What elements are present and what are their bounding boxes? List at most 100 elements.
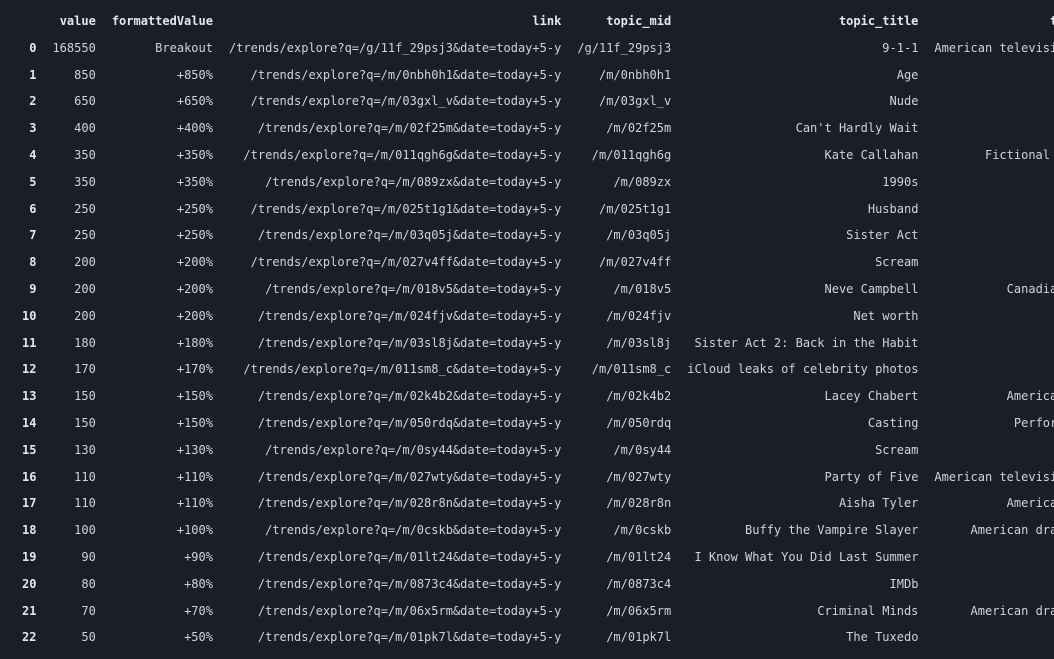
cell-topic-mid: /m/02k4b2 (569, 383, 679, 410)
cell-topic-type: Canadian actress (926, 276, 1054, 303)
table-row: 18100+100%/trends/explore?q=/m/0cskb&dat… (14, 517, 1054, 544)
cell-topic-title: Net worth (679, 303, 926, 330)
cell-formattedValue: +200% (104, 303, 221, 330)
cell-link: /trends/explore?q=/m/018v5&date=today+5-… (221, 276, 569, 303)
cell-index: 21 (14, 598, 44, 625)
cell-index: 12 (14, 356, 44, 383)
cell-topic-title: I Know What You Did Last Summer (679, 544, 926, 571)
cell-topic-mid: /m/03sl8j (569, 330, 679, 357)
cell-topic-type: 2002 film (926, 624, 1054, 651)
cell-value: 200 (44, 249, 103, 276)
cell-topic-type: 1997 film (926, 544, 1054, 571)
cell-index: 9 (14, 276, 44, 303)
table-row: 2080+80%/trends/explore?q=/m/0873c4&date… (14, 571, 1054, 598)
cell-value: 250 (44, 222, 103, 249)
cell-link: /trends/explore?q=/g/11f_29psj3&date=tod… (221, 35, 569, 62)
table-row: 2170+70%/trends/explore?q=/m/06x5rm&date… (14, 598, 1054, 625)
cell-topic-mid: /m/06x5rm (569, 598, 679, 625)
cell-value: 150 (44, 410, 103, 437)
cell-topic-title: Casting (679, 410, 926, 437)
cell-link: /trends/explore?q=/m/011qgh6g&date=today… (221, 142, 569, 169)
cell-formattedValue: +200% (104, 276, 221, 303)
cell-topic-mid: /m/03q05j (569, 222, 679, 249)
cell-formattedValue: +110% (104, 464, 221, 491)
cell-value: 650 (44, 88, 103, 115)
cell-topic-mid: /m/050rdq (569, 410, 679, 437)
cell-topic-type: Topic (926, 196, 1054, 223)
cell-topic-mid: /m/011sm8_c (569, 356, 679, 383)
table-row: 10200+200%/trends/explore?q=/m/024fjv&da… (14, 303, 1054, 330)
cell-index: 3 (14, 115, 44, 142)
cell-topic-type: 1998 film (926, 115, 1054, 142)
cell-formattedValue: +150% (104, 410, 221, 437)
cell-link: /trends/explore?q=/m/0nbh0h1&date=today+… (221, 62, 569, 89)
cell-value: 180 (44, 330, 103, 357)
cell-index: 11 (14, 330, 44, 357)
cell-link: /trends/explore?q=/m/027wty&date=today+5… (221, 464, 569, 491)
cell-formattedValue: +90% (104, 544, 221, 571)
cell-link: /trends/explore?q=/m/03gxl_v&date=today+… (221, 88, 569, 115)
cell-topic-title: Sister Act 2: Back in the Habit (679, 330, 926, 357)
cell-value: 80 (44, 571, 103, 598)
cell-formattedValue: +150% (104, 383, 221, 410)
cell-link: /trends/explore?q=/m/03q05j&date=today+5… (221, 222, 569, 249)
cell-topic-title: Party of Five (679, 464, 926, 491)
cell-link: /trends/explore?q=/m/01pk7l&date=today+5… (221, 624, 569, 651)
cell-link: /trends/explore?q=/m/025t1g1&date=today+… (221, 196, 569, 223)
cell-topic-type: 1996 film (926, 437, 1054, 464)
cell-formattedValue: +350% (104, 169, 221, 196)
cell-formattedValue: +170% (104, 356, 221, 383)
cell-value: 850 (44, 62, 103, 89)
cell-formattedValue: +50% (104, 624, 221, 651)
cell-value: 90 (44, 544, 103, 571)
cell-link: /trends/explore?q=/m/06x5rm&date=today+5… (221, 598, 569, 625)
cell-index: 7 (14, 222, 44, 249)
cell-formattedValue: +70% (104, 598, 221, 625)
cell-index: 16 (14, 464, 44, 491)
table-row: 6250+250%/trends/explore?q=/m/025t1g1&da… (14, 196, 1054, 223)
cell-topic-mid: /m/02f25m (569, 115, 679, 142)
table-row: 13150+150%/trends/explore?q=/m/02k4b2&da… (14, 383, 1054, 410)
cell-index: 6 (14, 196, 44, 223)
table-row: 2650+650%/trends/explore?q=/m/03gxl_v&da… (14, 88, 1054, 115)
cell-topic-mid: /m/01pk7l (569, 624, 679, 651)
cell-value: 70 (44, 598, 103, 625)
table-row: 11180+180%/trends/explore?q=/m/03sl8j&da… (14, 330, 1054, 357)
cell-topic-title: Nude (679, 88, 926, 115)
cell-topic-mid: /m/025t1g1 (569, 196, 679, 223)
cell-formattedValue: +200% (104, 249, 221, 276)
cell-link: /trends/explore?q=/m/0cskb&date=today+5-… (221, 517, 569, 544)
table-row: 2250+50%/trends/explore?q=/m/01pk7l&date… (14, 624, 1054, 651)
table-row: 1990+90%/trends/explore?q=/m/01lt24&date… (14, 544, 1054, 571)
table-row: 12170+170%/trends/explore?q=/m/011sm8_c&… (14, 356, 1054, 383)
cell-topic-mid: /m/0873c4 (569, 571, 679, 598)
cell-value: 200 (44, 303, 103, 330)
table-row: 5350+350%/trends/explore?q=/m/089zx&date… (14, 169, 1054, 196)
cell-formattedValue: +180% (104, 330, 221, 357)
cell-topic-title: IMDb (679, 571, 926, 598)
cell-formattedValue: +110% (104, 490, 221, 517)
cell-value: 168550 (44, 35, 103, 62)
table-row: 0168550Breakout/trends/explore?q=/g/11f_… (14, 35, 1054, 62)
cell-topic-title: Lacey Chabert (679, 383, 926, 410)
cell-value: 150 (44, 383, 103, 410)
cell-topic-title: Husband (679, 196, 926, 223)
cell-formattedValue: +400% (104, 115, 221, 142)
table-row: 8200+200%/trends/explore?q=/m/027v4ff&da… (14, 249, 1054, 276)
cell-topic-title: Scream (679, 249, 926, 276)
cell-link: /trends/explore?q=/m/011sm8_c&date=today… (221, 356, 569, 383)
cell-topic-type: Fictional character (926, 142, 1054, 169)
cell-topic-type: Topic (926, 169, 1054, 196)
cell-value: 250 (44, 196, 103, 223)
cell-value: 130 (44, 437, 103, 464)
cell-topic-title: Criminal Minds (679, 598, 926, 625)
cell-topic-title: Aisha Tyler (679, 490, 926, 517)
header-index (14, 8, 44, 35)
cell-index: 15 (14, 437, 44, 464)
cell-topic-mid: /m/027wty (569, 464, 679, 491)
cell-value: 110 (44, 490, 103, 517)
cell-value: 350 (44, 142, 103, 169)
cell-topic-type: Topic (926, 62, 1054, 89)
cell-index: 14 (14, 410, 44, 437)
cell-link: /trends/explore?q=/m/089zx&date=today+5-… (221, 169, 569, 196)
